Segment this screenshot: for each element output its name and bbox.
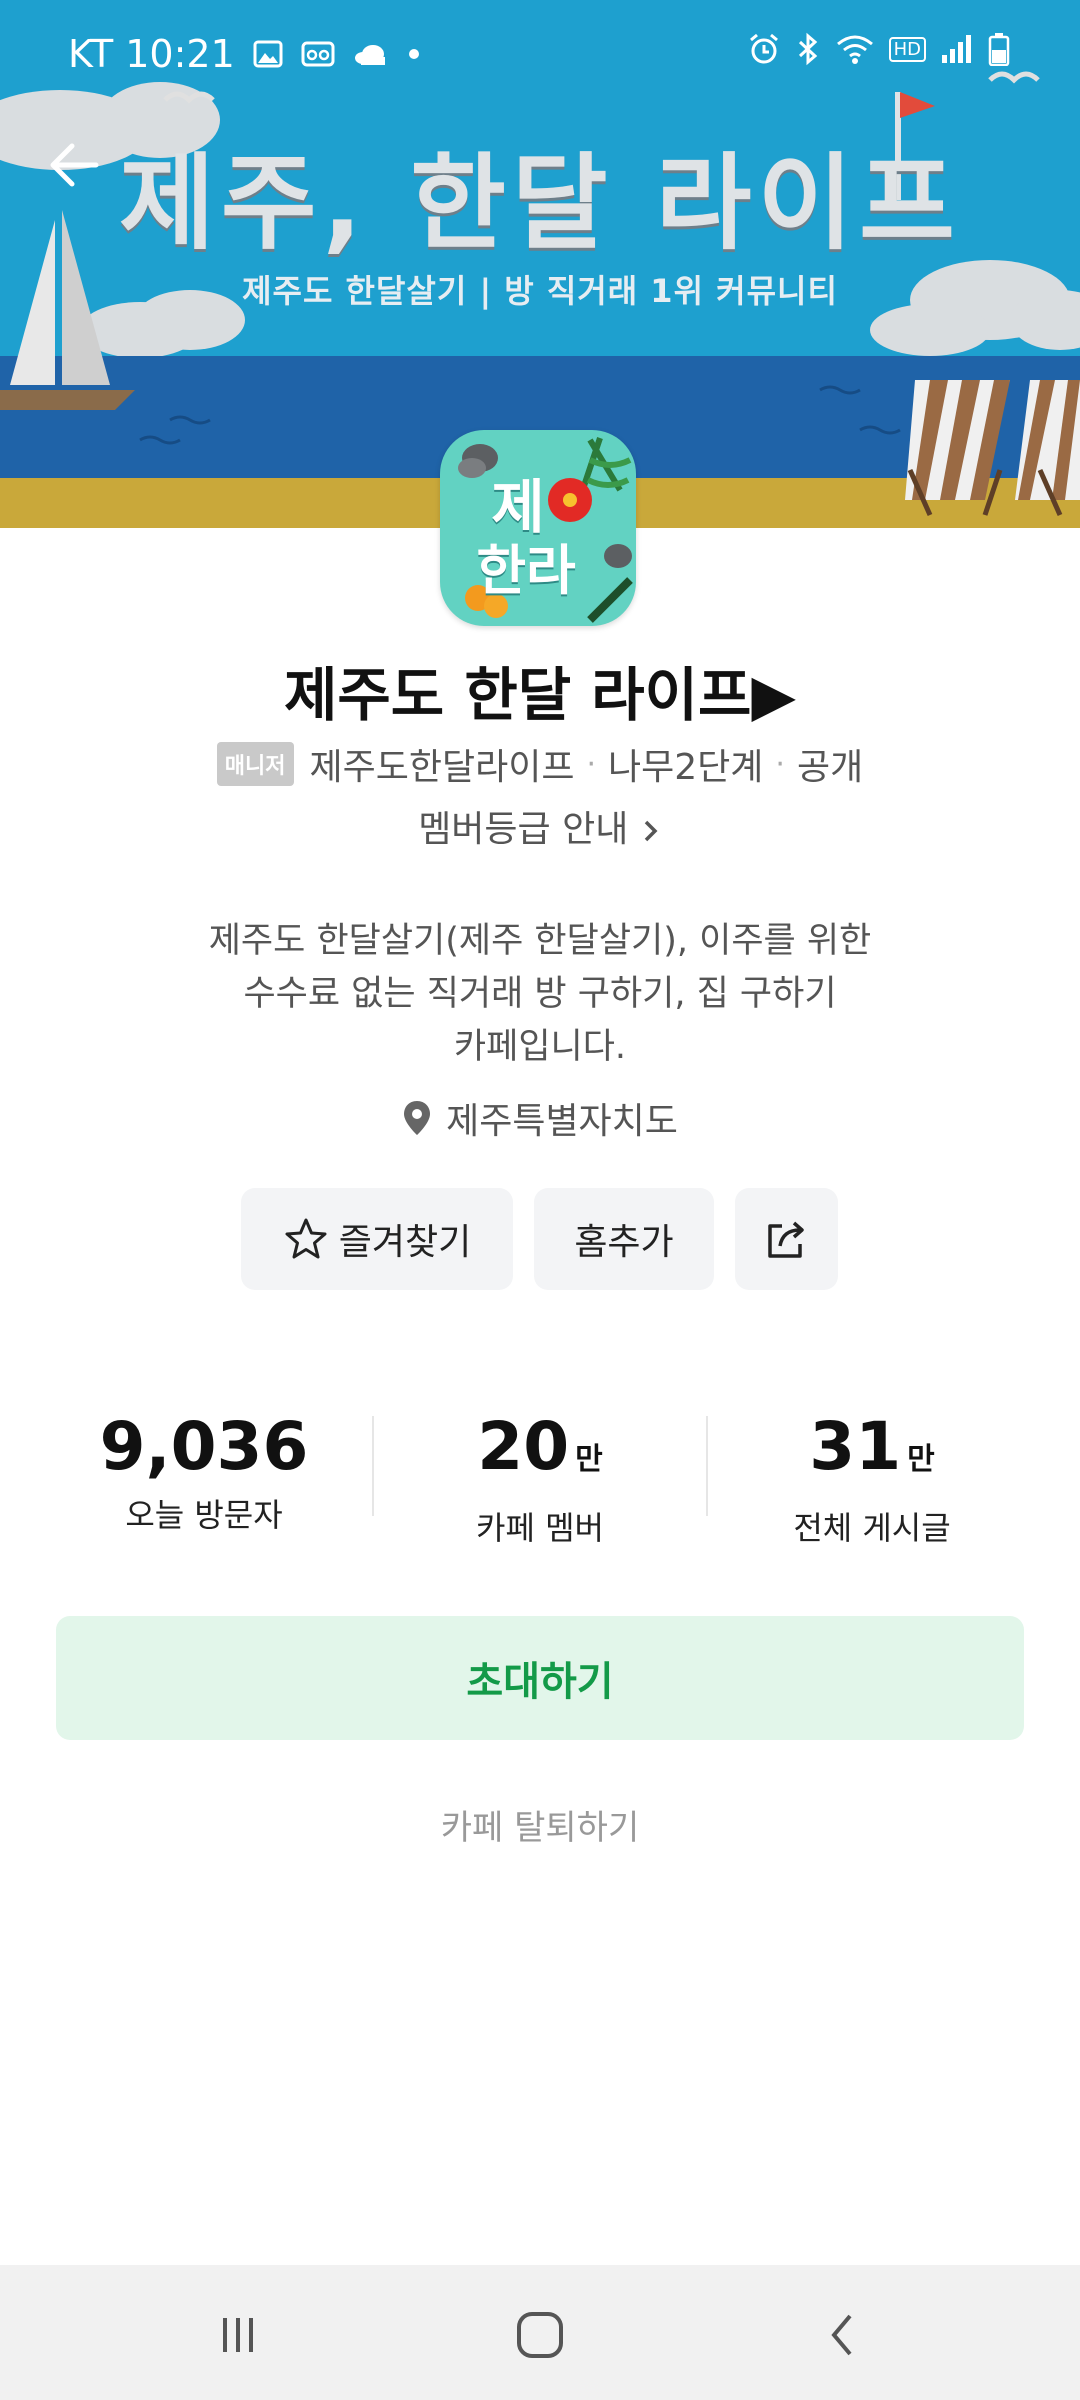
star-icon [285, 1218, 327, 1259]
system-back-button[interactable] [802, 2295, 882, 2375]
description-line: 수수료 없는 직거래 방 구하기, 집 구하기 [243, 974, 837, 1014]
share-icon [767, 1221, 804, 1258]
cafe-stats: 9,036 오늘 방문자 20 만 카페 멤버 31 만 전체 게시글 [0, 1410, 1080, 1548]
hd-icon: HD [888, 36, 926, 62]
home-icon [517, 2312, 563, 2358]
back-button[interactable] [40, 130, 110, 200]
visitors-value: 9,036 [99, 1408, 309, 1485]
wifi-icon [836, 35, 873, 64]
description-line: 카페입니다. [453, 1027, 627, 1067]
favorite-button[interactable]: 즐겨찾기 [241, 1188, 513, 1290]
dot-icon [408, 49, 419, 59]
add-home-label: 홈추가 [574, 1222, 674, 1263]
member-grade-guide-link[interactable]: 멤버등급 안내 [0, 800, 1080, 852]
manager-badge: 매니저 [216, 742, 294, 786]
recent-apps-button[interactable] [198, 2295, 278, 2375]
share-button[interactable] [735, 1188, 838, 1290]
home-button[interactable] [500, 2295, 580, 2375]
manager-info: 매니저 제주도한달라이프 · 나무2단계 · 공개 [0, 738, 1080, 790]
logo-text-2: 한라 [476, 539, 576, 602]
gallery-icon [253, 40, 283, 68]
battery-icon [988, 33, 1010, 66]
recent-apps-icon [223, 2318, 253, 2352]
status-bar: KT 10:21 HD [0, 0, 1080, 108]
posts-value: 31 [809, 1408, 902, 1485]
cafe-location: 제주특별자치도 [0, 1092, 1080, 1144]
location-label: 제주특별자치도 [446, 1101, 678, 1142]
cafe-title: 제주도 한달 라이프▶ [284, 661, 796, 729]
bluetooth-icon [798, 32, 817, 66]
carrier-time: KT 10:21 [68, 32, 235, 76]
cafe-visibility: 공개 [796, 747, 864, 788]
location-pin-icon [404, 1101, 431, 1135]
manager-name[interactable]: 제주도한달라이프 [310, 738, 575, 790]
add-home-button[interactable]: 홈추가 [534, 1188, 714, 1290]
cafe-level: 나무2단계 [608, 747, 764, 788]
chevron-left-icon [831, 2314, 852, 2356]
banner-title: 제주, 한달 라이프 [119, 142, 961, 264]
stat-divider [372, 1416, 374, 1516]
posts-label: 전체 게시글 [793, 1509, 951, 1547]
arrow-left-icon [50, 143, 99, 187]
voicemail-icon [301, 41, 335, 67]
visitors-label: 오늘 방문자 [125, 1496, 283, 1534]
members-stat[interactable]: 20 만 카페 멤버 [390, 1410, 690, 1549]
separator-dot: · [586, 746, 597, 782]
member-grade-guide-label: 멤버등급 안내 [418, 809, 629, 850]
cafe-description: 제주도 한달살기(제주 한달살기), 이주를 위한 수수료 없는 직거래 방 구… [140, 915, 940, 1074]
favorite-label: 즐겨찾기 [338, 1222, 472, 1263]
cloud-icon [354, 45, 385, 65]
signal-icon [942, 35, 971, 63]
cafe-logo: 제 한라 [440, 430, 636, 626]
members-label: 카페 멤버 [476, 1509, 604, 1547]
system-navigation-bar [0, 2265, 1080, 2400]
members-value: 20 [477, 1408, 570, 1485]
members-unit: 만 [575, 1442, 603, 1477]
banner-subtitle: 제주도 한달살기 | 방 직거래 1위 커뮤니티 [242, 272, 838, 310]
leave-cafe-link[interactable]: 카페 탈퇴하기 [0, 1800, 1080, 1849]
visitors-stat: 9,036 오늘 방문자 [54, 1410, 354, 1536]
cafe-actions: 즐겨찾기 홈추가 [0, 1188, 1080, 1290]
separator-dot: · [775, 746, 785, 782]
posts-unit: 만 [907, 1442, 935, 1477]
invite-button[interactable]: 초대하기 [56, 1616, 1024, 1740]
chevron-right-icon [644, 820, 658, 842]
alarm-icon [749, 33, 778, 64]
posts-stat[interactable]: 31 만 전체 게시글 [722, 1410, 1022, 1549]
stat-divider [706, 1416, 708, 1516]
description-line: 제주도 한달살기(제주 한달살기), 이주를 위한 [208, 921, 872, 961]
